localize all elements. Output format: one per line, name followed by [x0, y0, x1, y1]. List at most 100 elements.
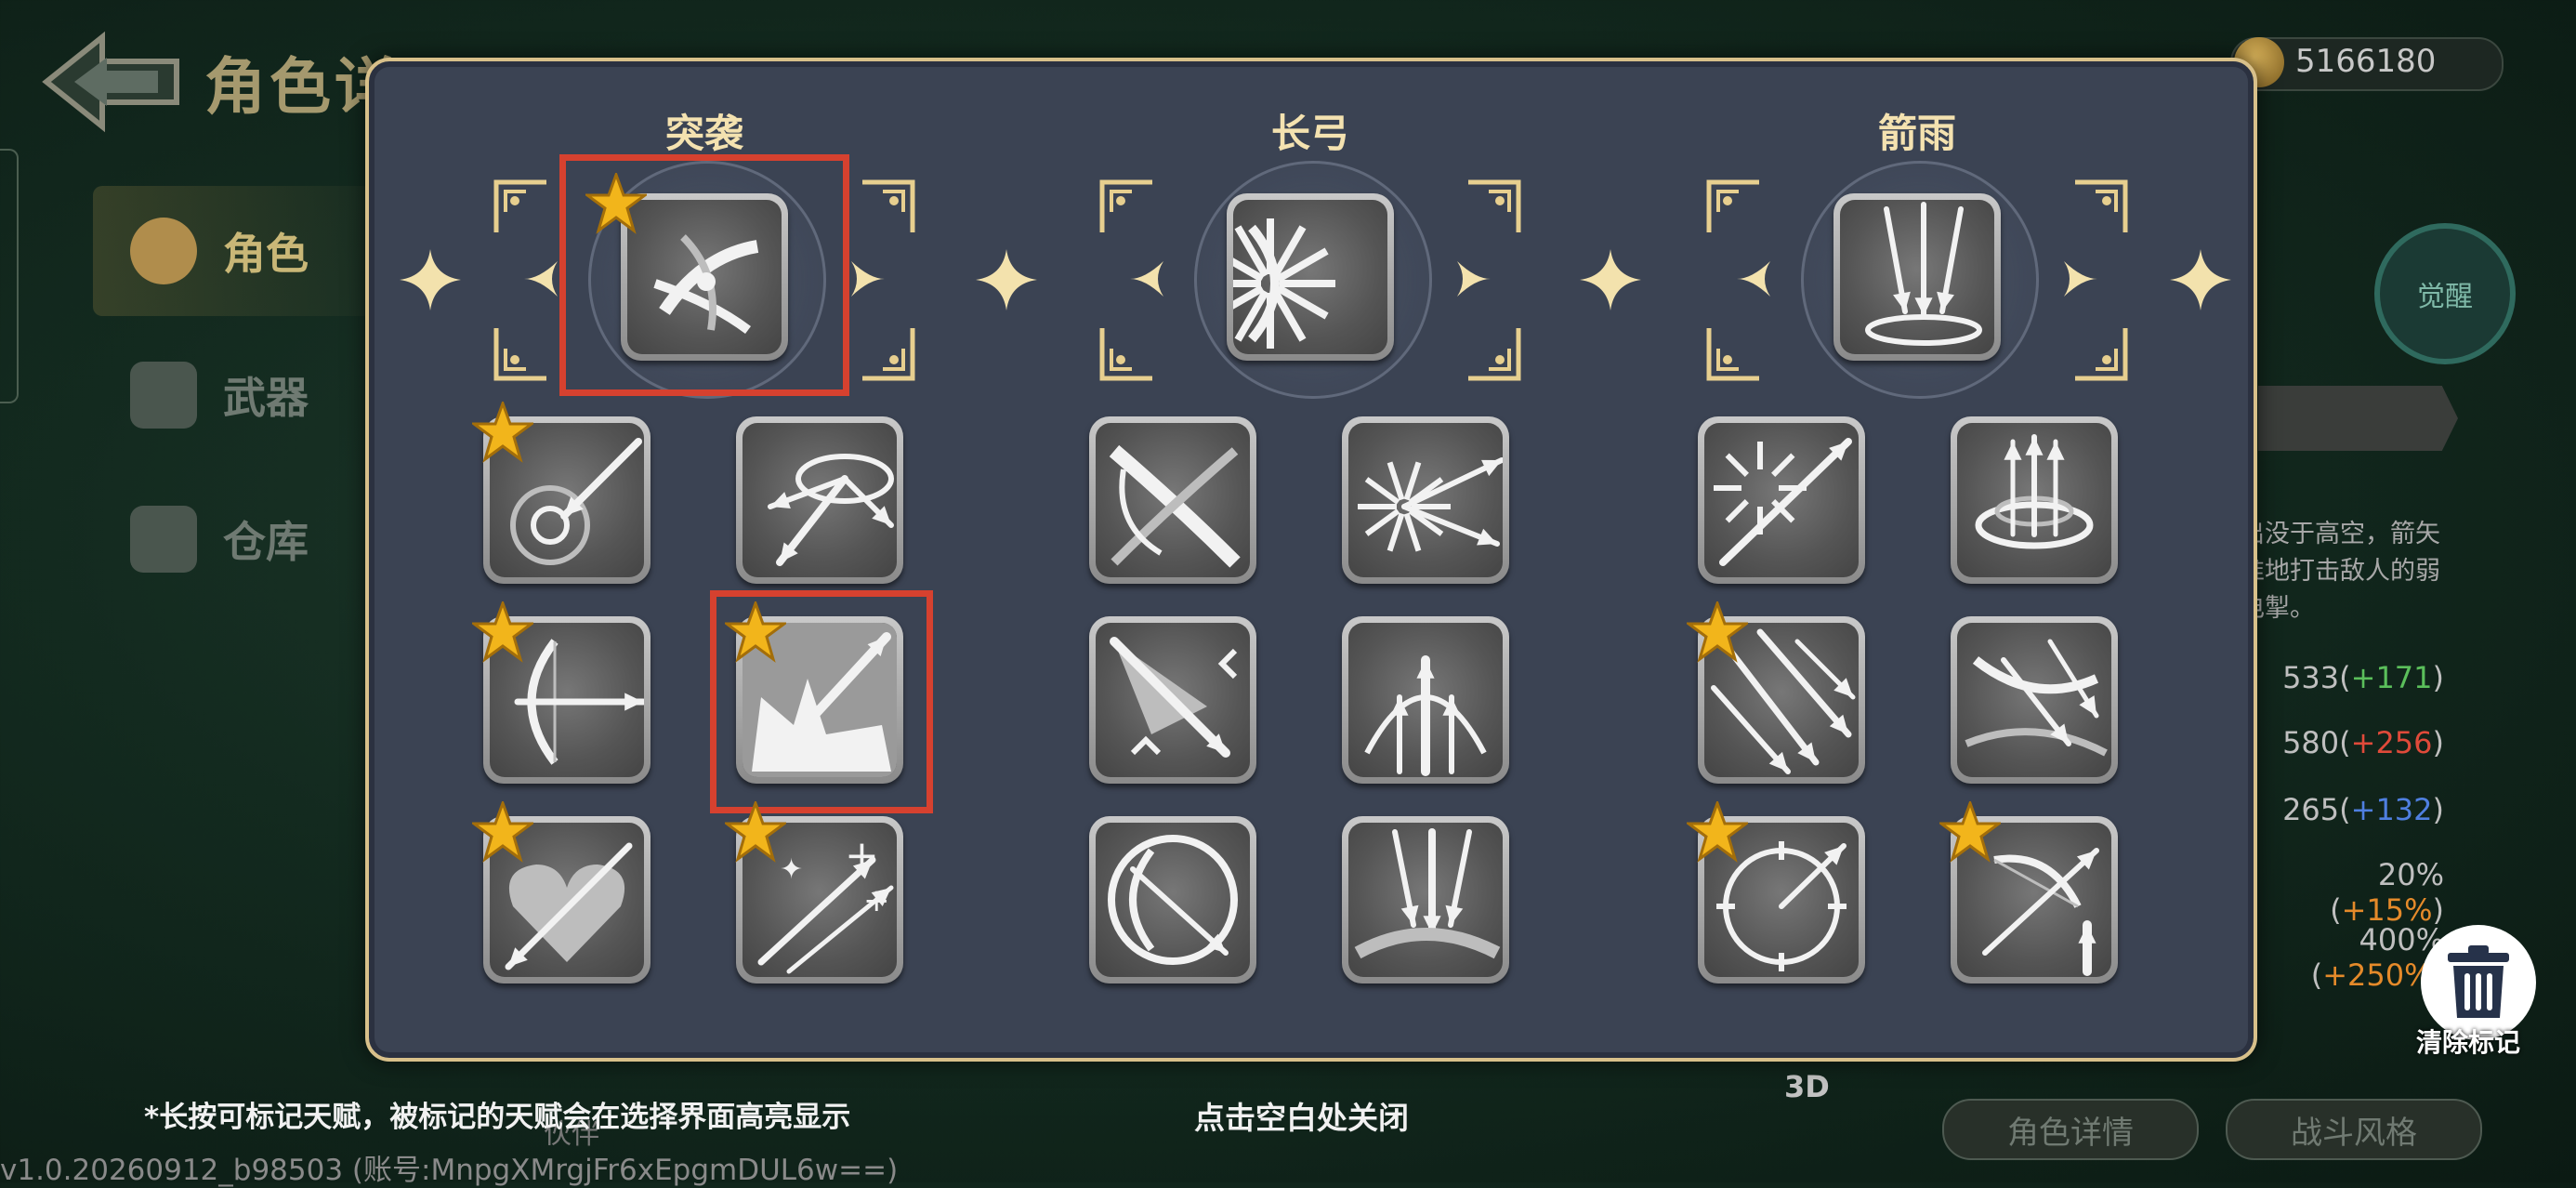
chevron-ornament-icon [2064, 261, 2097, 297]
awaken-button[interactable]: 觉醒 [2374, 223, 2516, 364]
chevron-ornament-icon [1457, 261, 1491, 297]
sparkle-icon [2170, 249, 2231, 310]
stat-paren: ( [2339, 725, 2351, 760]
stat-base: 265 [2282, 792, 2340, 827]
talent-tile[interactable] [1951, 616, 2118, 784]
talent-tile-face [1096, 823, 1250, 977]
ornament-corner-icon [1099, 179, 1152, 232]
talent-tile-face [1096, 623, 1250, 777]
stat-delta: +132 [2350, 792, 2433, 827]
talent-tile-face [1233, 200, 1387, 354]
talent-tile-face [743, 423, 897, 577]
arrow-rain-icon [1865, 202, 1982, 346]
stat-paren: ) [2432, 725, 2444, 760]
sparkle-icon [1580, 249, 1641, 310]
talent-tile[interactable] [1698, 416, 1865, 584]
stat-paren: ) [2432, 792, 2444, 827]
currency-value: 5166180 [2295, 43, 2437, 80]
talent-tile-face [1096, 423, 1250, 577]
info-banner [2258, 386, 2458, 451]
stat-delta: +250% [2322, 957, 2433, 993]
sidebar-item-weapon[interactable]: 武器 [93, 330, 372, 460]
talent-tile[interactable] [1089, 416, 1256, 584]
arrow-storm-icon [1965, 639, 2108, 757]
stat-value: 20%(+15%) [2277, 857, 2444, 928]
star-icon [1939, 801, 2001, 863]
talent-tile-face [1704, 423, 1859, 577]
talent-tile[interactable] [1833, 193, 2001, 361]
ornament-corner-icon [862, 328, 915, 381]
ornament-corner-icon [1706, 179, 1759, 232]
sidebar-item-label: 角色 [223, 229, 309, 279]
star-icon [472, 801, 533, 863]
talent-tile[interactable] [1342, 416, 1509, 584]
talent-tile[interactable] [736, 416, 903, 584]
stat-value: 580(+256) [2277, 725, 2444, 760]
talent-tile-face [1957, 623, 2111, 777]
talent-tile[interactable] [1089, 816, 1256, 983]
talent-tile[interactable] [1342, 616, 1509, 784]
sidebar-item-character[interactable]: 角色 [93, 186, 372, 316]
arrow-spray-icon [1358, 457, 1503, 552]
ornament-corner-icon [1706, 328, 1759, 381]
close-hint[interactable]: 点击空白处关闭 [1194, 1093, 1409, 1138]
ornament-corner-icon [1468, 179, 1521, 232]
cross-slash-icon [1109, 444, 1241, 568]
chevron-ornament-icon [851, 261, 885, 297]
multi-arrow-burst-icon [768, 454, 894, 566]
stat-paren: ( [2310, 957, 2323, 993]
ornament-corner-icon [1468, 328, 1521, 381]
talent-tile[interactable] [1227, 193, 1394, 361]
stat-value: 265(+132) [2277, 792, 2444, 827]
chevron-ornament-icon [524, 261, 558, 297]
bow-ring-icon [1108, 835, 1238, 965]
sparkle-icon [976, 249, 1037, 310]
skill-description: 出没于高空，箭矢 准地打击敌人的弱 电掣。 [2240, 520, 2440, 623]
talent-tile-face [1348, 423, 1503, 577]
talent-tile-face [1348, 623, 1503, 777]
chest-icon [130, 506, 197, 573]
stat-base: 580 [2282, 725, 2340, 760]
clear-marks-label: 清除标记 [2416, 1027, 2521, 1058]
trash-icon [2448, 945, 2509, 1018]
sidebar-item-label: 仓库 [223, 517, 309, 567]
ornament-corner-icon [2075, 179, 2128, 232]
stat-paren: ( [2339, 792, 2351, 827]
power-shot-icon [1110, 637, 1238, 758]
longbow-burst-icon [1233, 218, 1335, 349]
talent-tile[interactable] [1951, 416, 2118, 584]
character-detail-button[interactable]: 角色详情 [1942, 1099, 2199, 1160]
falling-arrows-icon [1354, 828, 1501, 959]
ornament-corner-icon [862, 179, 915, 232]
character-icon [130, 218, 197, 284]
svg-text:+: + [845, 832, 879, 879]
talent-tile[interactable] [1342, 816, 1509, 983]
back-arrow-icon[interactable] [37, 26, 186, 138]
stat-value: 533(+171) [2277, 660, 2444, 695]
sword-icon [130, 362, 197, 429]
talent-tile-face [1957, 423, 2111, 577]
stat-delta: +256 [2350, 725, 2433, 760]
sparkle-icon [400, 249, 461, 310]
version-text: v1.0.20260912_b98503 (账号:MnpgXMrgjFr6xEp… [0, 1154, 899, 1187]
svg-text:+: + [863, 882, 890, 919]
stat-base: 20% [2377, 857, 2444, 892]
chevron-ornament-icon [1130, 261, 1163, 297]
sidebar-item-storage[interactable]: 仓库 [93, 474, 372, 604]
star-icon [472, 601, 533, 663]
chevron-ornament-icon [1737, 261, 1770, 297]
view-3d-button[interactable]: 3D [1784, 1069, 1830, 1104]
star-icon [1687, 601, 1748, 663]
ornament-corner-icon [2075, 328, 2128, 381]
shatter-arrow-icon [1714, 438, 1852, 566]
stat-delta: +171 [2350, 660, 2433, 695]
stat-base: 533 [2282, 660, 2340, 695]
ornament-corner-icon [493, 179, 546, 232]
talent-tile[interactable] [1089, 616, 1256, 784]
stat-paren: ) [2432, 660, 2444, 695]
talent-column-title: 长弓 [1270, 111, 1349, 156]
star-icon [725, 801, 786, 863]
combat-style-button[interactable]: 战斗风格 [2226, 1099, 2482, 1160]
arrow-vortex-icon [1975, 434, 2094, 549]
talent-tile-face [1840, 200, 1994, 354]
